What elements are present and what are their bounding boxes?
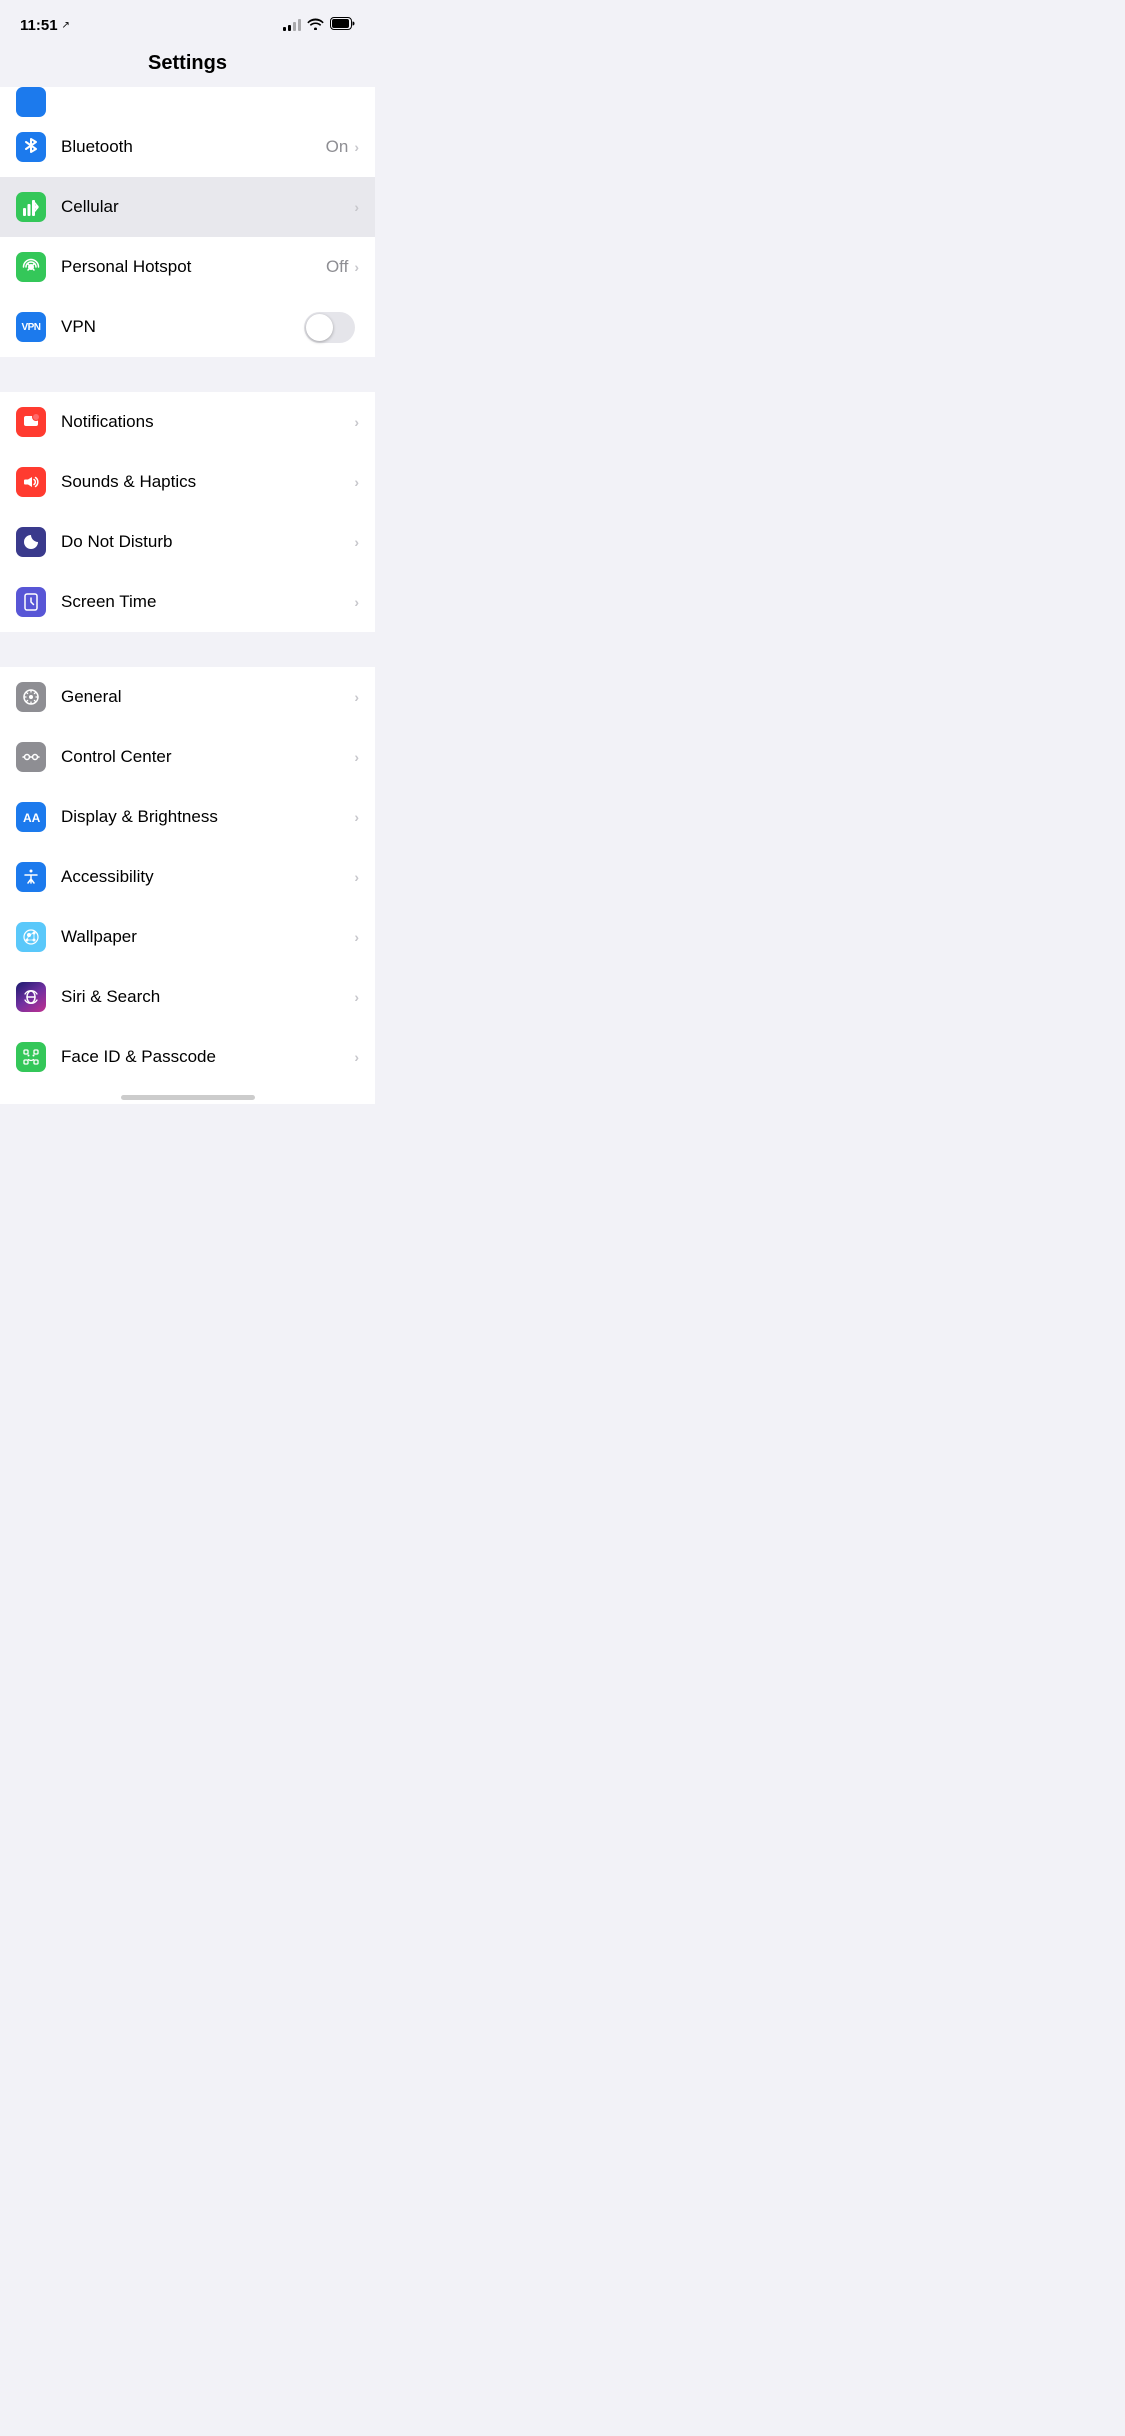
personal-hotspot-label: Personal Hotspot	[61, 257, 326, 277]
vpn-icon: VPN	[16, 312, 46, 342]
notifications-icon	[16, 407, 46, 437]
wallpaper-icon	[16, 922, 46, 952]
accessibility-chevron-icon: ›	[354, 869, 359, 885]
vpn-label: VPN	[61, 317, 304, 337]
siri-search-label: Siri & Search	[61, 987, 354, 1007]
wifi-partial-row[interactable]	[0, 87, 375, 117]
signal-strength-icon	[283, 19, 301, 31]
display-brightness-label: Display & Brightness	[61, 807, 354, 827]
do-not-disturb-chevron-icon: ›	[354, 534, 359, 550]
sounds-haptics-row[interactable]: Sounds & Haptics ›	[0, 452, 375, 512]
section-gap-2	[0, 632, 375, 667]
screen-time-icon	[16, 587, 46, 617]
control-center-chevron-icon: ›	[354, 749, 359, 765]
location-arrow-icon: ↗	[62, 20, 70, 31]
vpn-row[interactable]: VPN VPN	[0, 297, 375, 357]
general-icon	[16, 682, 46, 712]
general-chevron-icon: ›	[354, 689, 359, 705]
face-id-chevron-icon: ›	[354, 1049, 359, 1065]
display-brightness-chevron-icon: ›	[354, 809, 359, 825]
do-not-disturb-row[interactable]: Do Not Disturb ›	[0, 512, 375, 572]
wallpaper-chevron-icon: ›	[354, 929, 359, 945]
siri-icon	[16, 982, 46, 1012]
siri-search-chevron-icon: ›	[354, 989, 359, 1005]
vpn-toggle-knob	[306, 314, 333, 341]
notifications-row[interactable]: Notifications ›	[0, 392, 375, 452]
home-bar	[121, 1095, 255, 1100]
battery-icon	[330, 15, 355, 35]
screen-time-label: Screen Time	[61, 592, 354, 612]
page-title: Settings	[148, 52, 227, 74]
accessibility-icon	[16, 862, 46, 892]
control-center-label: Control Center	[61, 747, 354, 767]
notifications-chevron-icon: ›	[354, 414, 359, 430]
personal-hotspot-row[interactable]: Personal Hotspot Off ›	[0, 237, 375, 297]
display-brightness-icon: AA	[16, 802, 46, 832]
display-brightness-row[interactable]: AA Display & Brightness ›	[0, 787, 375, 847]
personal-hotspot-chevron-icon: ›	[354, 259, 359, 275]
face-id-row[interactable]: Face ID & Passcode ›	[0, 1027, 375, 1087]
cellular-row[interactable]: Cellular ›	[0, 177, 375, 237]
personal-hotspot-value: Off	[326, 257, 348, 277]
face-id-icon	[16, 1042, 46, 1072]
bluetooth-icon	[16, 132, 46, 162]
sounds-icon	[16, 467, 46, 497]
vpn-toggle[interactable]	[304, 312, 355, 343]
notifications-label: Notifications	[61, 412, 354, 432]
home-indicator	[0, 1087, 375, 1104]
control-center-row[interactable]: Control Center ›	[0, 727, 375, 787]
control-center-icon	[16, 742, 46, 772]
do-not-disturb-icon	[16, 527, 46, 557]
screen-time-chevron-icon: ›	[354, 594, 359, 610]
accessibility-row[interactable]: Accessibility ›	[0, 847, 375, 907]
face-id-label: Face ID & Passcode	[61, 1047, 354, 1067]
sounds-haptics-chevron-icon: ›	[354, 474, 359, 490]
display-section: General › Control Center › AA Display & …	[0, 667, 375, 1087]
section-gap-1	[0, 357, 375, 392]
general-row[interactable]: General ›	[0, 667, 375, 727]
notifications-section: Notifications › Sounds & Haptics › Do No…	[0, 392, 375, 632]
cellular-chevron-icon: ›	[354, 199, 359, 215]
bluetooth-chevron-icon: ›	[354, 139, 359, 155]
time-display: 11:51	[20, 17, 58, 34]
general-label: General	[61, 687, 354, 707]
status-bar: 11:51 ↗	[0, 0, 375, 44]
status-time: 11:51 ↗	[20, 17, 70, 34]
status-icons	[283, 15, 355, 35]
wifi-row-icon	[16, 87, 46, 117]
wallpaper-label: Wallpaper	[61, 927, 354, 947]
cellular-icon	[16, 192, 46, 222]
wallpaper-row[interactable]: Wallpaper ›	[0, 907, 375, 967]
screen-time-row[interactable]: Screen Time ›	[0, 572, 375, 632]
do-not-disturb-label: Do Not Disturb	[61, 532, 354, 552]
bluetooth-value: On	[326, 137, 349, 157]
cellular-label: Cellular	[61, 197, 354, 217]
accessibility-label: Accessibility	[61, 867, 354, 887]
page-header: Settings	[0, 44, 375, 87]
bluetooth-row[interactable]: Bluetooth On ›	[0, 117, 375, 177]
hotspot-icon	[16, 252, 46, 282]
connectivity-section: Bluetooth On › Cellular ›	[0, 87, 375, 357]
siri-search-row[interactable]: Siri & Search ›	[0, 967, 375, 1027]
svg-text:AA: AA	[23, 811, 41, 825]
sounds-haptics-label: Sounds & Haptics	[61, 472, 354, 492]
bluetooth-label: Bluetooth	[61, 137, 326, 157]
wifi-icon	[307, 15, 324, 35]
